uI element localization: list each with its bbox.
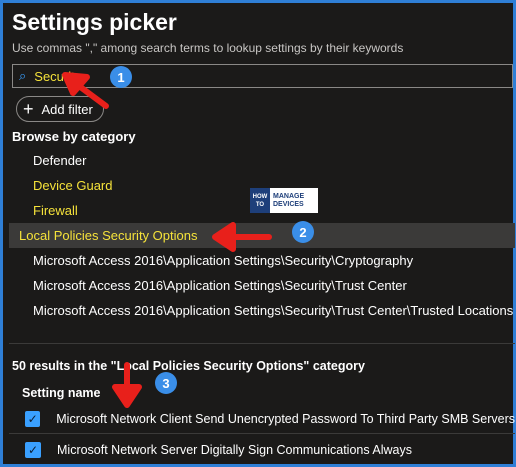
annotation-arrows (62, 72, 272, 408)
step-badge-3: 3 (155, 372, 177, 394)
arrow-3-head-icon (112, 384, 142, 408)
step-badge-1: 1 (110, 66, 132, 88)
step-badge-2: 2 (292, 221, 314, 243)
arrow-2-head-icon (212, 222, 236, 252)
settings-picker-panel: Settings picker Use commas "," among sea… (0, 0, 516, 467)
